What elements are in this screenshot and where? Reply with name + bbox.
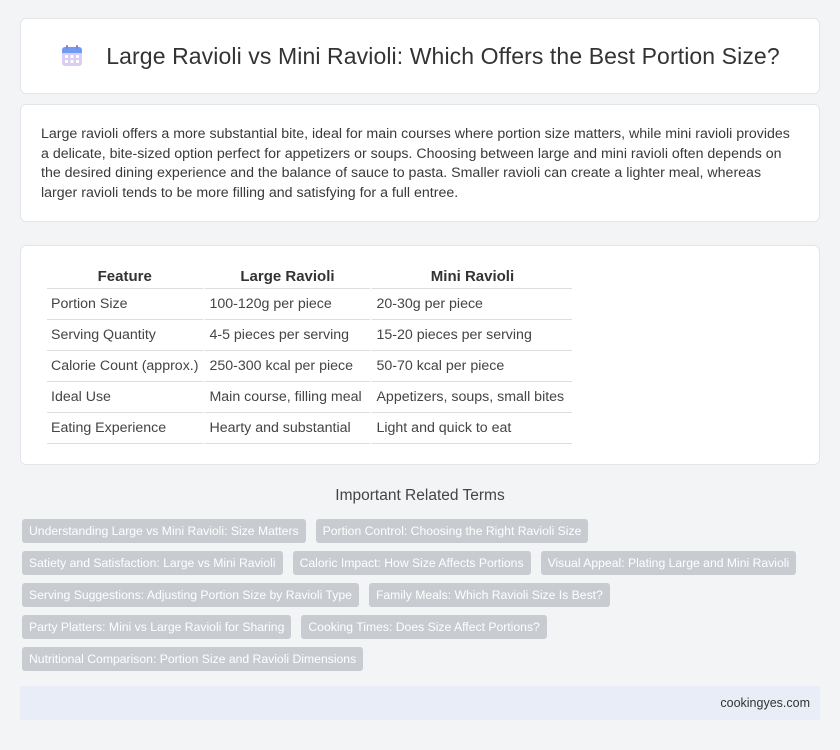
related-term-tag[interactable]: Portion Control: Choosing the Right Ravi… [315, 519, 589, 543]
table-row: Calorie Count (approx.) 250-300 kcal per… [47, 351, 573, 382]
header-mini-ravioli: Mini Ravioli [372, 266, 573, 289]
table-cell: 50-70 kcal per piece [372, 351, 573, 382]
table-cell: Appetizers, soups, small bites [372, 382, 573, 413]
related-term-tag[interactable]: Satiety and Satisfaction: Large vs Mini … [22, 551, 283, 575]
related-term-tag[interactable]: Party Platters: Mini vs Large Ravioli fo… [22, 615, 292, 639]
tag-row: Serving Suggestions: Adjusting Portion S… [22, 583, 822, 607]
table-cell: Portion Size [47, 289, 206, 320]
related-term-tag[interactable]: Caloric Impact: How Size Affects Portion… [292, 551, 531, 575]
table-cell: Light and quick to eat [372, 413, 573, 444]
intro-card: Large ravioli offers a more substantial … [20, 104, 820, 222]
table-row: Portion Size 100-120g per piece 20-30g p… [47, 289, 573, 320]
header-large-ravioli: Large Ravioli [205, 266, 373, 289]
table-header-row: Feature Large Ravioli Mini Ravioli [47, 266, 573, 289]
tag-row: Satiety and Satisfaction: Large vs Mini … [22, 551, 822, 575]
table-row: Serving Quantity 4-5 pieces per serving … [47, 320, 573, 351]
header-card: Large Ravioli vs Mini Ravioli: Which Off… [20, 18, 820, 94]
related-term-tag[interactable]: Family Meals: Which Ravioli Size Is Best… [368, 583, 610, 607]
tag-row: Understanding Large vs Mini Ravioli: Siz… [22, 519, 822, 543]
table-cell: Calorie Count (approx.) [47, 351, 206, 382]
footer-source-link[interactable]: cookingyes.com [720, 696, 810, 710]
comparison-table: Feature Large Ravioli Mini Ravioli Porti… [47, 266, 573, 444]
related-term-tag[interactable]: Understanding Large vs Mini Ravioli: Siz… [22, 519, 306, 543]
tag-row: Party Platters: Mini vs Large Ravioli fo… [22, 615, 822, 639]
table-cell: 250-300 kcal per piece [205, 351, 373, 382]
footer: cookingyes.com [20, 686, 820, 720]
table-cell: 4-5 pieces per serving [205, 320, 373, 351]
related-terms-title: Important Related Terms [335, 487, 505, 504]
tag-row: Nutritional Comparison: Portion Size and… [22, 647, 822, 671]
table-cell: Eating Experience [47, 413, 206, 444]
intro-text: Large ravioli offers a more substantial … [41, 126, 790, 201]
comparison-table-card: Feature Large Ravioli Mini Ravioli Porti… [20, 245, 820, 465]
page-title: Large Ravioli vs Mini Ravioli: Which Off… [106, 42, 780, 69]
table-row: Eating Experience Hearty and substantial… [47, 413, 573, 444]
header-feature: Feature [47, 266, 206, 289]
table-row: Ideal Use Main course, filling meal Appe… [47, 382, 573, 413]
related-term-tag[interactable]: Serving Suggestions: Adjusting Portion S… [22, 583, 359, 607]
table-cell: 15-20 pieces per serving [372, 320, 573, 351]
calendar-icon [60, 44, 84, 68]
related-terms-list: Understanding Large vs Mini Ravioli: Siz… [22, 519, 822, 679]
related-term-tag[interactable]: Nutritional Comparison: Portion Size and… [22, 647, 364, 671]
table-cell: Serving Quantity [47, 320, 206, 351]
table-cell: 100-120g per piece [205, 289, 373, 320]
table-cell: Hearty and substantial [205, 413, 373, 444]
table-cell: 20-30g per piece [372, 289, 573, 320]
table-cell: Main course, filling meal [205, 382, 373, 413]
table-cell: Ideal Use [47, 382, 206, 413]
related-term-tag[interactable]: Cooking Times: Does Size Affect Portions… [301, 615, 547, 639]
related-term-tag[interactable]: Visual Appeal: Plating Large and Mini Ra… [540, 551, 797, 575]
